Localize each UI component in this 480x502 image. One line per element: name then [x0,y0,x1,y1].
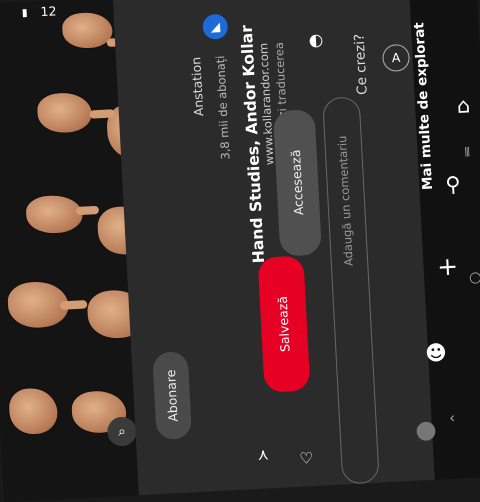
visit-button[interactable]: Accesează [272,109,322,257]
author-name[interactable]: Anstation [189,57,207,117]
follow-button[interactable]: Abonare [152,351,193,441]
app-screen: ▮ 12 ⌕ ◢ Hand Studies, Andor Kollar www.… [0,0,480,502]
visual-search-icon[interactable]: ⌕ [106,416,138,447]
hand-drawing [8,387,59,436]
follow-button-label: Abonare [163,369,181,423]
system-recents-icon[interactable]: ⦀ [464,145,470,161]
search-icon[interactable]: ⚲ [445,171,462,197]
finger-drawing [89,109,115,119]
lens-icon[interactable]: ◐ [308,29,324,49]
finger-drawing [59,300,88,310]
system-back-icon[interactable]: ‹ [449,410,456,427]
home-icon[interactable]: ⌂ [456,93,470,119]
add-icon[interactable]: + [436,252,458,282]
hand-drawing [36,91,93,134]
comment-placeholder: Adaugă un comentariu [335,135,356,267]
hand-drawing [25,194,84,235]
save-button-label: Salvează [275,295,293,353]
heart-icon[interactable]: ♡ [299,449,314,468]
visit-button-label: Accesează [288,149,307,217]
share-icon[interactable]: ⋏ [257,445,269,464]
signal-icon: ▮ [21,7,28,20]
system-home-icon[interactable]: ○ [469,269,480,286]
finger-drawing [75,205,100,216]
comment-prompt: Ce crezi? [352,33,371,96]
save-button[interactable]: Salvează [257,255,311,393]
hand-drawing [61,11,114,50]
messages-icon[interactable]: ☻ [424,340,447,366]
status-time: 12 [40,3,57,20]
